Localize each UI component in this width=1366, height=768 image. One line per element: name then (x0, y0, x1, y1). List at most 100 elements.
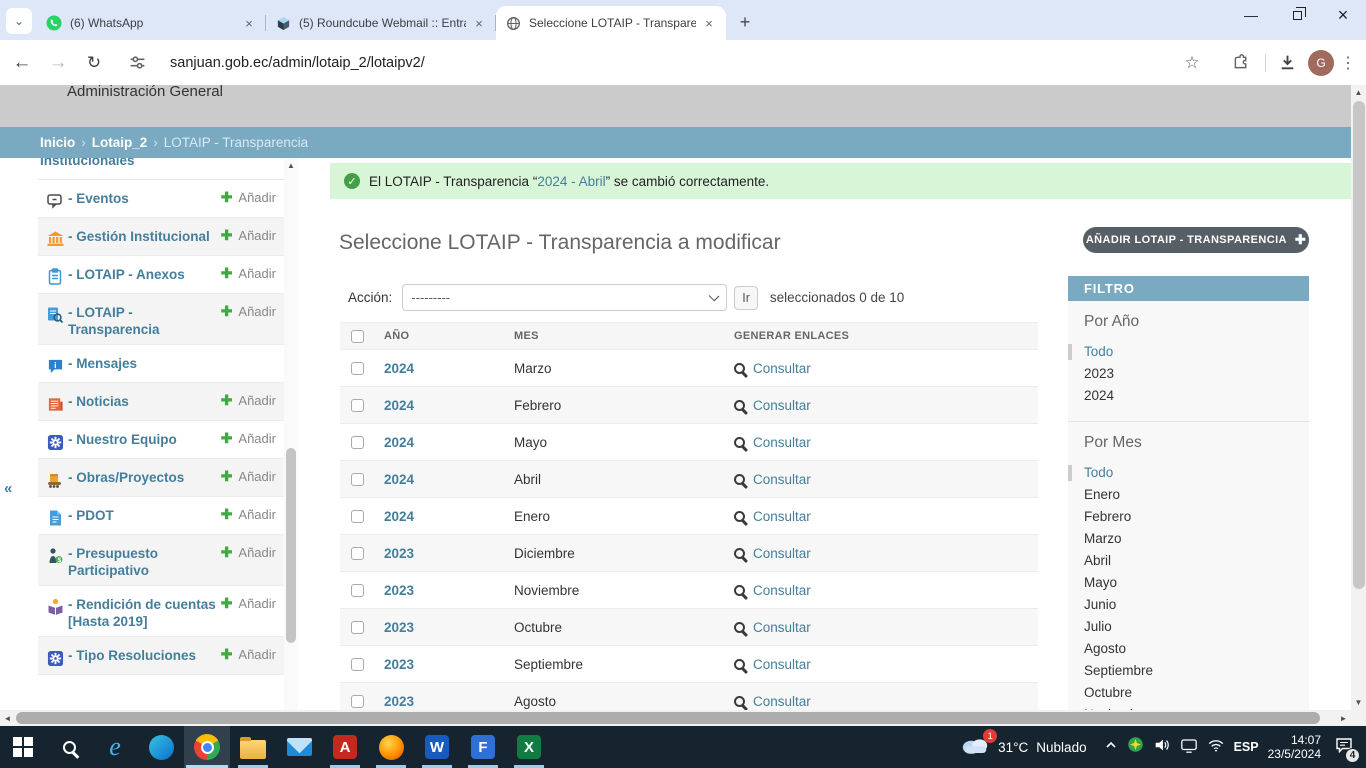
minimize-button[interactable]: — (1228, 0, 1274, 30)
row-checkbox[interactable] (351, 473, 364, 486)
row-checkbox[interactable] (351, 658, 364, 671)
filter-option-todo[interactable]: Todo (1084, 341, 1309, 363)
col-year[interactable]: AÑO (384, 330, 514, 342)
action-center-icon[interactable]: 4 (1334, 735, 1354, 760)
year-link[interactable]: 2023 (384, 694, 514, 709)
col-month[interactable]: MES (514, 330, 734, 342)
consult-link[interactable]: Consultar (753, 620, 811, 635)
tray-expand-icon[interactable] (1104, 738, 1118, 757)
tab-close-icon[interactable]: × (240, 14, 258, 32)
filter-option-agosto[interactable]: Agosto (1084, 638, 1309, 660)
filter-option-mayo[interactable]: Mayo (1084, 572, 1309, 594)
row-checkbox[interactable] (351, 399, 364, 412)
add-link-noticias[interactable]: ✚ Añadir (221, 392, 276, 409)
browser-tab-1[interactable]: (6) WhatsApp× (36, 6, 266, 40)
page-horizontal-scrollbar[interactable]: ◄ ► (0, 710, 1366, 726)
profile-avatar[interactable]: G (1308, 50, 1334, 76)
filter-option-2023[interactable]: 2023 (1084, 363, 1309, 385)
horizontal-scroll-thumb[interactable] (16, 712, 1320, 724)
add-link-nuestro-equipo[interactable]: ✚ Añadir (221, 430, 276, 447)
taskbar-chrome-button[interactable] (184, 726, 230, 768)
consult-link[interactable]: Consultar (753, 472, 811, 487)
year-link[interactable]: 2023 (384, 546, 514, 561)
downloads-icon[interactable] (1272, 48, 1302, 78)
back-button[interactable]: ← (8, 49, 36, 77)
new-tab-button[interactable]: + (732, 9, 758, 35)
add-lotaip-button[interactable]: AÑADIR LOTAIP - TRANSPARENCIA✚ (1083, 227, 1309, 253)
filter-option-abril[interactable]: Abril (1084, 550, 1309, 572)
row-checkbox[interactable] (351, 621, 364, 634)
page-vertical-scrollbar[interactable]: ▲ ▼ (1351, 85, 1366, 710)
sidebar-link-obras-proyectos[interactable]: - Obras/Proyectos (68, 469, 218, 486)
filter-option-junio[interactable]: Junio (1084, 594, 1309, 616)
year-link[interactable]: 2023 (384, 620, 514, 635)
taskbar-file-explorer-button[interactable] (230, 726, 276, 768)
browser-tab-2[interactable]: (5) Roundcube Webmail :: Entra× (266, 6, 496, 40)
cast-icon[interactable] (1180, 736, 1198, 759)
sidebar-link-eventos[interactable]: - Eventos (68, 190, 218, 207)
taskbar-start-button[interactable] (0, 726, 46, 768)
taskbar-acrobat-button[interactable]: A (322, 726, 368, 768)
close-button[interactable]: × (1320, 0, 1366, 30)
filter-option-enero[interactable]: Enero (1084, 484, 1309, 506)
bookmark-star-icon[interactable]: ☆ (1177, 48, 1207, 78)
scroll-left-icon[interactable]: ◄ (0, 710, 15, 726)
consult-link[interactable]: Consultar (753, 583, 811, 598)
scroll-up-icon[interactable]: ▲ (1351, 85, 1366, 100)
add-link-presupuesto-participativo[interactable]: ✚ Añadir (221, 544, 276, 561)
year-link[interactable]: 2024 (384, 435, 514, 450)
sidebar-scrollbar[interactable]: ▲ (284, 158, 298, 710)
select-all-checkbox[interactable] (351, 330, 364, 343)
consult-link[interactable]: Consultar (753, 435, 811, 450)
address-bar[interactable]: sanjuan.gob.ec/admin/lotaip_2/lotaipv2/ (160, 47, 1177, 79)
filter-option-julio[interactable]: Julio (1084, 616, 1309, 638)
restore-button[interactable] (1274, 0, 1320, 30)
taskbar-search-button[interactable] (46, 726, 92, 768)
site-info-icon[interactable] (122, 48, 152, 78)
year-link[interactable]: 2024 (384, 361, 514, 376)
sidebar-scroll-up-icon[interactable]: ▲ (284, 158, 298, 172)
filter-option-2024[interactable]: 2024 (1084, 385, 1309, 407)
sidebar-item-partial[interactable]: Institucionales (38, 158, 284, 180)
sidebar-link-mensajes[interactable]: - Mensajes (68, 355, 218, 372)
sidebar-link-gesti-n-institucional[interactable]: - Gestión Institucional (68, 228, 218, 245)
consult-link[interactable]: Consultar (753, 694, 811, 709)
sidebar-link-presupuesto-participativo[interactable]: - Presupuesto Participativo (68, 545, 218, 579)
weather-widget[interactable]: 1 31°C Nublado (960, 734, 1086, 760)
consult-link[interactable]: Consultar (753, 546, 811, 561)
taskbar-excel-button[interactable]: X (506, 726, 552, 768)
breadcrumb-item[interactable]: Inicio (40, 135, 75, 150)
add-link-lotaip-anexos[interactable]: ✚ Añadir (221, 265, 276, 282)
add-link-eventos[interactable]: ✚ Añadir (221, 189, 276, 206)
row-checkbox[interactable] (351, 695, 364, 708)
row-checkbox[interactable] (351, 584, 364, 597)
scroll-right-icon[interactable]: ► (1336, 710, 1351, 726)
year-link[interactable]: 2024 (384, 509, 514, 524)
sidebar-link-nuestro-equipo[interactable]: - Nuestro Equipo (68, 431, 218, 448)
row-checkbox[interactable] (351, 510, 364, 523)
consult-link[interactable]: Consultar (753, 398, 811, 413)
sidebar-scroll-thumb[interactable] (286, 448, 296, 643)
sidebar-link-lotaip-anexos[interactable]: - LOTAIP - Anexos (68, 266, 218, 283)
url-text[interactable]: sanjuan.gob.ec/admin/lotaip_2/lotaipv2/ (170, 55, 425, 71)
filter-option-octubre[interactable]: Octubre (1084, 682, 1309, 704)
taskbar-firefox-button[interactable] (368, 726, 414, 768)
volume-icon[interactable] (1153, 736, 1171, 759)
forward-button[interactable]: → (44, 49, 72, 77)
tab-close-icon[interactable]: × (470, 14, 488, 32)
add-link-rendici-n-de-cuentas-hasta-2019[interactable]: ✚ Añadir (221, 595, 276, 612)
taskbar-internet-explorer-button[interactable]: e (92, 726, 138, 768)
taskbar-f-app-button[interactable]: F (460, 726, 506, 768)
action-select[interactable]: --------- (402, 284, 727, 311)
year-link[interactable]: 2024 (384, 398, 514, 413)
row-checkbox[interactable] (351, 547, 364, 560)
wifi-icon[interactable] (1207, 736, 1225, 759)
sidebar-link-pdot[interactable]: - PDOT (68, 507, 218, 524)
taskbar-clock[interactable]: 14:07 23/5/2024 (1268, 733, 1321, 761)
add-link-obras-proyectos[interactable]: ✚ Añadir (221, 468, 276, 485)
tab-search-button[interactable]: ⌄ (6, 8, 32, 34)
consult-link[interactable]: Consultar (753, 657, 811, 672)
extensions-icon[interactable] (1225, 48, 1255, 78)
row-checkbox[interactable] (351, 362, 364, 375)
add-link-pdot[interactable]: ✚ Añadir (221, 506, 276, 523)
